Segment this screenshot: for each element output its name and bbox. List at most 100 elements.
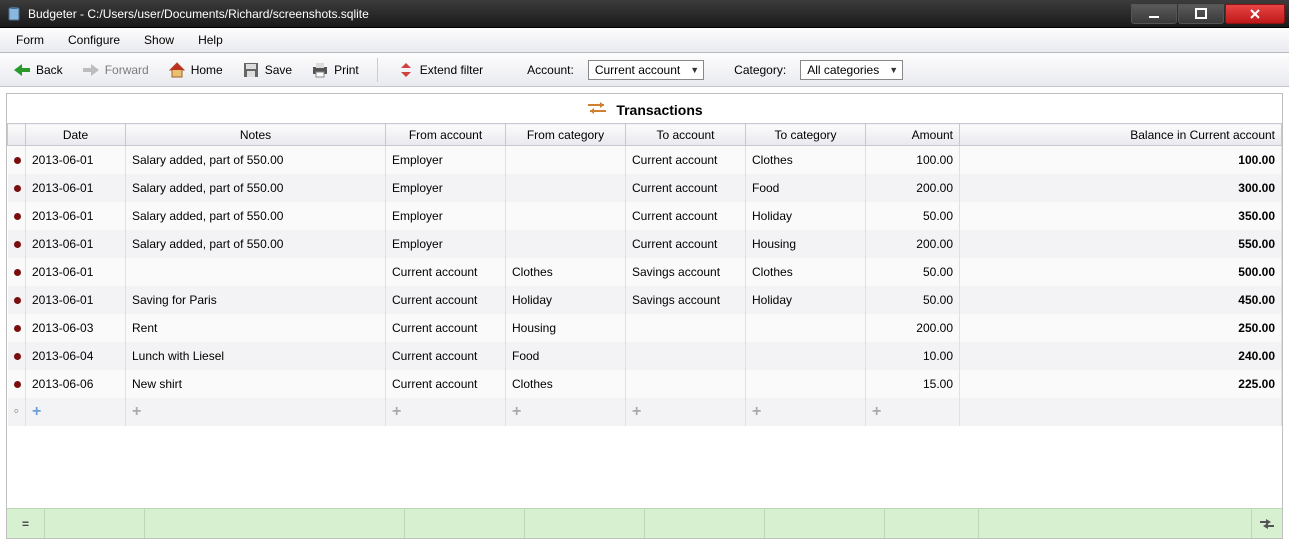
add-from-acc[interactable]: + xyxy=(386,398,506,426)
cell-notes[interactable]: Salary added, part of 550.00 xyxy=(126,146,386,174)
cell-notes[interactable]: Lunch with Liesel xyxy=(126,342,386,370)
cell-from-category[interactable] xyxy=(506,202,626,230)
cell-notes[interactable]: Saving for Paris xyxy=(126,286,386,314)
cell-date[interactable]: 2013-06-04 xyxy=(26,342,126,370)
cell-to-account[interactable]: Current account xyxy=(626,230,746,258)
cell-to-category[interactable]: Holiday xyxy=(746,202,866,230)
back-button[interactable]: Back xyxy=(8,58,67,82)
col-to-category[interactable]: To category xyxy=(746,124,866,146)
cell-to-category[interactable]: Holiday xyxy=(746,286,866,314)
cell-to-account[interactable]: Current account xyxy=(626,174,746,202)
add-amount[interactable]: + xyxy=(866,398,960,426)
table-row[interactable]: 2013-06-06New shirtCurrent accountClothe… xyxy=(8,370,1282,398)
col-to-account[interactable]: To account xyxy=(626,124,746,146)
cell-amount[interactable]: 10.00 xyxy=(866,342,960,370)
cell-amount[interactable]: 200.00 xyxy=(866,314,960,342)
extend-filter-button[interactable]: Extend filter xyxy=(392,58,487,82)
cell-to-category[interactable] xyxy=(746,370,866,398)
cell-from-category[interactable] xyxy=(506,174,626,202)
cell-from-category[interactable]: Holiday xyxy=(506,286,626,314)
cell-to-category[interactable]: Clothes xyxy=(746,258,866,286)
cell-to-category[interactable]: Food xyxy=(746,174,866,202)
cell-from-category[interactable] xyxy=(506,230,626,258)
cell-from-account[interactable]: Employer xyxy=(386,230,506,258)
col-bullet[interactable] xyxy=(8,124,26,146)
cell-notes[interactable]: Salary added, part of 550.00 xyxy=(126,174,386,202)
cell-from-account[interactable]: Current account xyxy=(386,314,506,342)
table-row[interactable]: 2013-06-01 Current account ClothesSavings … xyxy=(8,258,1282,286)
collapse-icon[interactable] xyxy=(1252,519,1282,529)
menu-help[interactable]: Help xyxy=(188,30,233,50)
cell-date[interactable]: 2013-06-01 xyxy=(26,258,126,286)
print-button[interactable]: Print xyxy=(306,58,363,82)
cell-to-category[interactable]: Housing xyxy=(746,230,866,258)
table-row[interactable]: 2013-06-04Lunch with LieselCurrent accou… xyxy=(8,342,1282,370)
cell-from-account[interactable]: Employer xyxy=(386,202,506,230)
cell-to-account[interactable] xyxy=(626,342,746,370)
cell-notes[interactable]: Rent xyxy=(126,314,386,342)
cell-to-account[interactable]: Current account xyxy=(626,202,746,230)
table-row[interactable]: 2013-06-01Salary added, part of 550.00Em… xyxy=(8,230,1282,258)
cell-from-account[interactable]: Current account xyxy=(386,286,506,314)
add-to-cat[interactable]: + xyxy=(746,398,866,426)
col-notes[interactable]: Notes xyxy=(126,124,386,146)
cell-from-category[interactable]: Food xyxy=(506,342,626,370)
cell-date[interactable]: 2013-06-01 xyxy=(26,230,126,258)
add-to-acc[interactable]: + xyxy=(626,398,746,426)
account-select[interactable]: Current account ▼ xyxy=(588,60,704,80)
cell-from-category[interactable]: Housing xyxy=(506,314,626,342)
col-balance[interactable]: Balance in Current account xyxy=(960,124,1282,146)
cell-to-category[interactable]: Clothes xyxy=(746,146,866,174)
cell-to-account[interactable] xyxy=(626,370,746,398)
cell-notes[interactable]: Salary added, part of 550.00 xyxy=(126,230,386,258)
cell-amount[interactable]: 100.00 xyxy=(866,146,960,174)
cell-to-account[interactable]: Savings account xyxy=(626,258,746,286)
table-row[interactable]: 2013-06-01Salary added, part of 550.00Em… xyxy=(8,174,1282,202)
maximize-button[interactable] xyxy=(1178,4,1224,24)
cell-to-account[interactable] xyxy=(626,314,746,342)
col-from-category[interactable]: From category xyxy=(506,124,626,146)
menu-show[interactable]: Show xyxy=(134,30,184,50)
cell-from-account[interactable]: Employer xyxy=(386,146,506,174)
cell-date[interactable]: 2013-06-01 xyxy=(26,286,126,314)
cell-amount[interactable]: 50.00 xyxy=(866,202,960,230)
cell-date[interactable]: 2013-06-03 xyxy=(26,314,126,342)
cell-date[interactable]: 2013-06-01 xyxy=(26,202,126,230)
cell-amount[interactable]: 15.00 xyxy=(866,370,960,398)
col-date[interactable]: Date xyxy=(26,124,126,146)
table-row[interactable]: 2013-06-03RentCurrent accountHousing 200.… xyxy=(8,314,1282,342)
cell-amount[interactable]: 50.00 xyxy=(866,258,960,286)
cell-from-account[interactable]: Current account xyxy=(386,342,506,370)
forward-button[interactable]: Forward xyxy=(77,58,153,82)
cell-date[interactable]: 2013-06-01 xyxy=(26,146,126,174)
col-from-account[interactable]: From account xyxy=(386,124,506,146)
table-row[interactable]: 2013-06-01Salary added, part of 550.00Em… xyxy=(8,146,1282,174)
home-button[interactable]: Home xyxy=(163,58,227,82)
col-amount[interactable]: Amount xyxy=(866,124,960,146)
cell-amount[interactable]: 200.00 xyxy=(866,230,960,258)
cell-to-category[interactable] xyxy=(746,314,866,342)
add-date[interactable]: + xyxy=(26,398,126,426)
cell-from-category[interactable] xyxy=(506,146,626,174)
cell-date[interactable]: 2013-06-01 xyxy=(26,174,126,202)
cell-notes[interactable] xyxy=(126,258,386,286)
menu-form[interactable]: Form xyxy=(6,30,54,50)
category-select[interactable]: All categories ▼ xyxy=(800,60,903,80)
save-button[interactable]: Save xyxy=(237,58,296,82)
cell-date[interactable]: 2013-06-06 xyxy=(26,370,126,398)
close-button[interactable] xyxy=(1225,4,1285,24)
minimize-button[interactable] xyxy=(1131,4,1177,24)
cell-from-account[interactable]: Current account xyxy=(386,258,506,286)
table-row[interactable]: 2013-06-01Saving for ParisCurrent accoun… xyxy=(8,286,1282,314)
cell-to-account[interactable]: Current account xyxy=(626,146,746,174)
cell-from-category[interactable]: Clothes xyxy=(506,370,626,398)
cell-from-account[interactable]: Employer xyxy=(386,174,506,202)
add-notes[interactable]: + xyxy=(126,398,386,426)
cell-to-account[interactable]: Savings account xyxy=(626,286,746,314)
table-row[interactable]: 2013-06-01Salary added, part of 550.00Em… xyxy=(8,202,1282,230)
cell-notes[interactable]: Salary added, part of 550.00 xyxy=(126,202,386,230)
add-from-cat[interactable]: + xyxy=(506,398,626,426)
cell-amount[interactable]: 50.00 xyxy=(866,286,960,314)
add-row[interactable]: ◦+++++++ xyxy=(8,398,1282,426)
cell-notes[interactable]: New shirt xyxy=(126,370,386,398)
